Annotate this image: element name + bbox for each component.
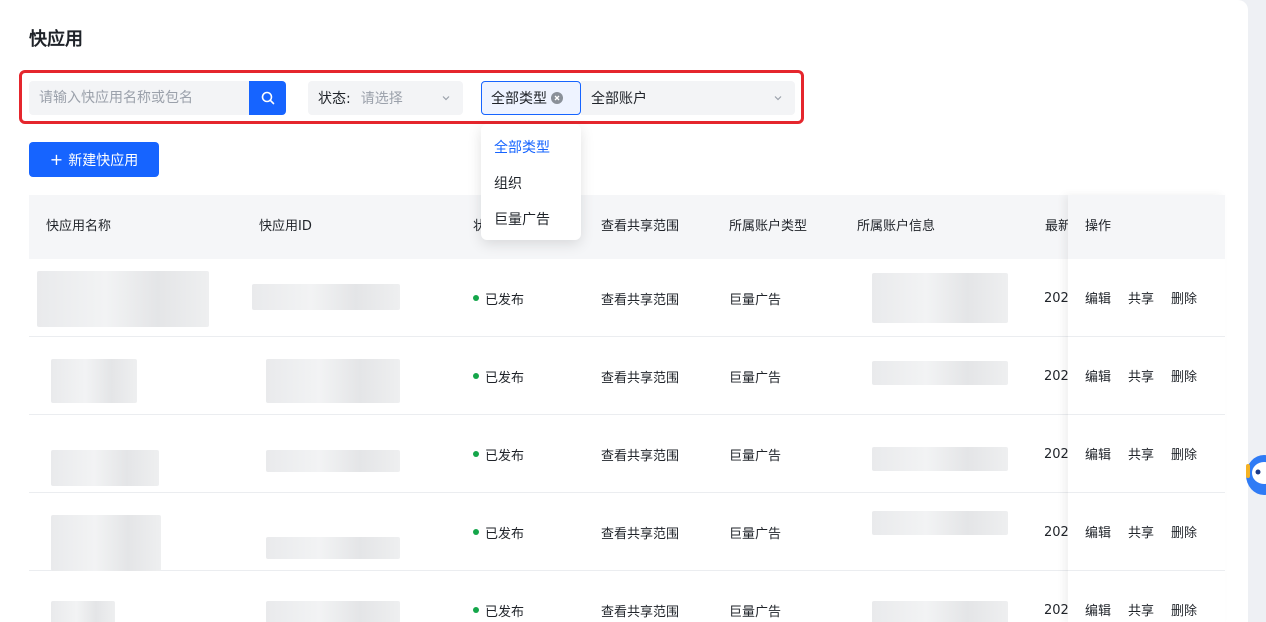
column-header-share-scope: 查看共享范围 (601, 219, 680, 234)
status-text: 已发布 (485, 526, 525, 542)
type-dropdown-menu: 全部类型 组织 巨量广告 (481, 124, 581, 240)
page-title: 快应用 (29, 29, 83, 50)
latest-date: 202 (1044, 446, 1069, 462)
type-option-all[interactable]: 全部类型 (481, 130, 581, 166)
redacted-app-id (266, 601, 400, 622)
row-actions: 编辑 共享 删除 (1068, 571, 1225, 622)
new-quickapp-button[interactable]: + 新建快应用 (29, 142, 159, 177)
account-type: 巨量广告 (729, 292, 782, 308)
chevron-down-icon (442, 96, 450, 101)
delete-button[interactable]: 删除 (1171, 522, 1197, 541)
actions-column: 操作 编辑 共享 删除 编辑 共享 删除 编辑 共享 删除 编辑 共享 删除 编… (1068, 195, 1225, 622)
table-row: 已发布 查看共享范围 巨量广告 202 (29, 571, 1224, 622)
clear-icon[interactable] (551, 92, 563, 104)
view-share-scope-link[interactable]: 查看共享范围 (601, 337, 679, 415)
status-text: 已发布 (485, 448, 525, 464)
share-button[interactable]: 共享 (1128, 522, 1154, 541)
account-type: 巨量广告 (729, 370, 782, 386)
account-type: 巨量广告 (729, 526, 782, 542)
redacted-app-name (51, 359, 137, 403)
view-share-scope-link[interactable]: 查看共享范围 (601, 259, 679, 337)
redacted-account-info (872, 273, 1008, 323)
latest-date: 202 (1044, 368, 1069, 384)
view-share-scope-link[interactable]: 查看共享范围 (601, 415, 679, 493)
redacted-app-name (51, 450, 159, 486)
assistant-robot-icon[interactable] (1244, 448, 1266, 502)
row-actions: 编辑 共享 删除 (1068, 259, 1225, 337)
delete-button[interactable]: 删除 (1171, 366, 1197, 385)
status-dot (473, 295, 479, 301)
redacted-account-info (872, 511, 1008, 535)
status-dot (473, 607, 479, 613)
edit-button[interactable]: 编辑 (1085, 522, 1111, 541)
search-input[interactable] (29, 81, 249, 115)
row-actions: 编辑 共享 删除 (1068, 415, 1225, 493)
latest-date: 202 (1044, 524, 1069, 540)
status-label: 状态: (318, 91, 351, 107)
table-row: 已发布 查看共享范围 巨量广告 202 (29, 415, 1224, 493)
status-dot (473, 451, 479, 457)
redacted-app-id (266, 359, 400, 403)
new-quickapp-label: 新建快应用 (68, 152, 139, 169)
status-text: 已发布 (485, 370, 525, 386)
status-text: 已发布 (485, 292, 525, 308)
redacted-app-id (252, 284, 400, 310)
delete-button[interactable]: 删除 (1171, 288, 1197, 307)
column-header-account-type: 所属账户类型 (729, 219, 808, 234)
edit-button[interactable]: 编辑 (1085, 600, 1111, 619)
table-row: 已发布 查看共享范围 巨量广告 202 (29, 337, 1224, 415)
status-select[interactable]: 状态: 请选择 (308, 81, 463, 115)
view-share-scope-link[interactable]: 查看共享范围 (601, 493, 679, 571)
share-button[interactable]: 共享 (1128, 366, 1154, 385)
account-type: 巨量广告 (729, 448, 782, 464)
redacted-app-name (51, 515, 161, 571)
type-selected-value: 全部类型 (491, 91, 547, 107)
status-placeholder: 请选择 (360, 91, 403, 107)
column-header-name: 快应用名称 (46, 219, 112, 234)
delete-button[interactable]: 删除 (1171, 600, 1197, 619)
table-row: 已发布 查看共享范围 巨量广告 202 (29, 259, 1224, 337)
view-share-scope-link[interactable]: 查看共享范围 (601, 571, 679, 622)
search-button[interactable] (249, 81, 286, 115)
type-option-ocean-engine[interactable]: 巨量广告 (481, 202, 581, 238)
latest-date: 202 (1044, 602, 1069, 618)
share-button[interactable]: 共享 (1128, 288, 1154, 307)
column-header-actions: 操作 (1068, 195, 1225, 259)
table-row: 已发布 查看共享范围 巨量广告 202 (29, 493, 1224, 571)
table-header: 快应用名称 快应用ID 状 查看共享范围 所属账户类型 所属账户信息 最新 (29, 195, 1224, 259)
main-card: 快应用 状态: 请选择 全部类型 全部账户 + 新建快应用 快应用名称 (0, 0, 1248, 622)
edit-button[interactable]: 编辑 (1085, 288, 1111, 307)
status-dot (473, 373, 479, 379)
status-dot (473, 529, 479, 535)
row-actions: 编辑 共享 删除 (1068, 493, 1225, 571)
type-select[interactable]: 全部类型 (481, 81, 581, 115)
redacted-account-info (872, 447, 1008, 471)
chevron-down-icon (774, 96, 782, 101)
search-box[interactable] (29, 81, 249, 115)
column-header-id: 快应用ID (259, 219, 312, 234)
account-select[interactable]: 全部账户 (581, 81, 795, 115)
plus-icon: + (49, 150, 64, 169)
latest-date: 202 (1044, 290, 1069, 306)
type-option-organization[interactable]: 组织 (481, 166, 581, 202)
row-actions: 编辑 共享 删除 (1068, 337, 1225, 415)
status-text: 已发布 (485, 604, 525, 620)
redacted-account-info (872, 361, 1008, 385)
redacted-app-id (266, 450, 400, 472)
search-icon (261, 91, 274, 105)
edit-button[interactable]: 编辑 (1085, 444, 1111, 463)
redacted-account-info (872, 601, 1008, 622)
quickapp-table: 快应用名称 快应用ID 状 查看共享范围 所属账户类型 所属账户信息 最新 已发… (29, 195, 1224, 622)
redacted-app-name (37, 271, 209, 327)
share-button[interactable]: 共享 (1128, 600, 1154, 619)
column-header-account-info: 所属账户信息 (857, 219, 936, 234)
redacted-app-id (266, 537, 400, 559)
account-selected-value: 全部账户 (591, 91, 647, 107)
edit-button[interactable]: 编辑 (1085, 366, 1111, 385)
share-button[interactable]: 共享 (1128, 444, 1154, 463)
account-type: 巨量广告 (729, 604, 782, 620)
redacted-app-name (51, 601, 115, 622)
delete-button[interactable]: 删除 (1171, 444, 1197, 463)
